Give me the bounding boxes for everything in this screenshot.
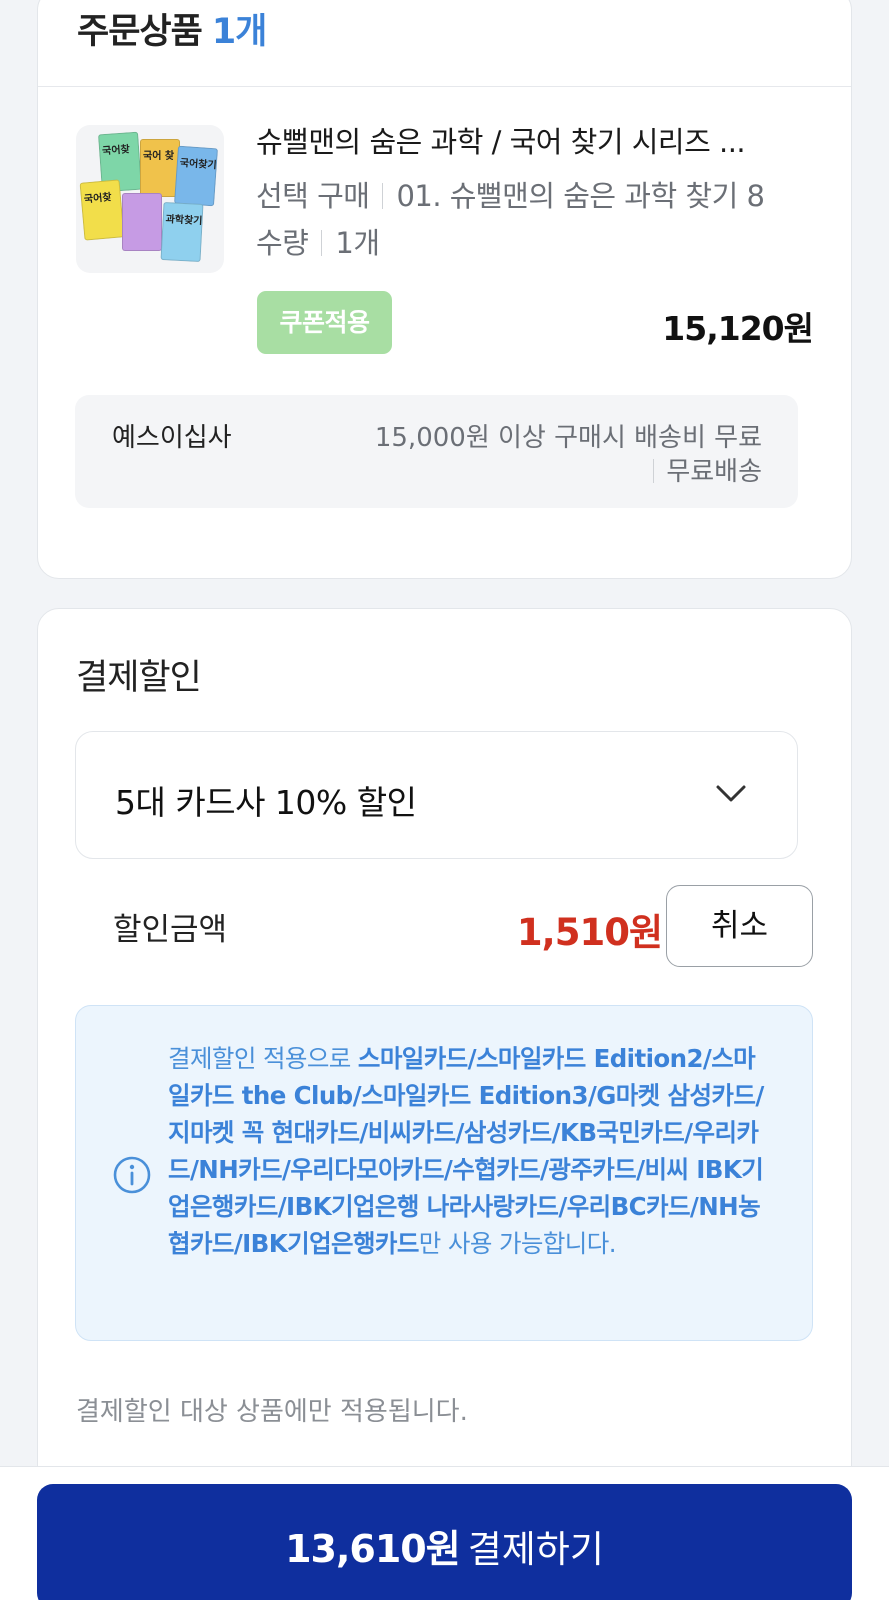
divider [38, 86, 851, 87]
option-value: 01. 슈뻘맨의 숨은 과학 찾기 8 [396, 179, 765, 213]
payment-discount-card: 결제할인 5대 카드사 10% 할인 할인금액 1,510원 취소 결제할인 적… [37, 608, 852, 1600]
book-title: 과학찾기 [165, 214, 203, 228]
shipping-fee-row: 무료배송 [653, 451, 762, 488]
book-cover: 국어찾 [79, 179, 125, 241]
product-quantity-row: 수량 1개 [256, 220, 380, 262]
product-option-row: 선택 구매 01. 슈뻘맨의 숨은 과학 찾기 8 [256, 173, 765, 215]
discount-info-text: 결제할인 적용으로 스마일카드/스마일카드 Edition2/스마일카드 the… [168, 1040, 774, 1262]
info-suffix: 만 사용 가능합니다. [418, 1229, 617, 1258]
separator [653, 459, 655, 483]
book-cover: 국어찾기 [174, 145, 218, 207]
shipping-fee: 무료배송 [666, 457, 762, 487]
order-items-card: 주문상품 1개 국어찾 국어 찾 국어찾기 국어찾 과학찾기 슈뻘맨의 숨은 과학… [37, 0, 852, 579]
order-items-title-text: 주문상품 [77, 12, 203, 52]
separator [321, 230, 323, 256]
pay-button[interactable]: 13,610원 결제하기 [37, 1484, 852, 1600]
bottom-checkout-bar: 13,610원 결제하기 [0, 1466, 889, 1600]
seller-name: 예스이십사 [112, 423, 232, 453]
book-title: 국어찾기 [179, 157, 217, 172]
discount-note: 결제할인 대상 상품에만 적용됩니다. [76, 1397, 468, 1427]
shipping-info-box: 예스이십사 15,000원 이상 구매시 배송비 무료 무료배송 [75, 395, 798, 508]
product-thumbnail[interactable]: 국어찾 국어 찾 국어찾기 국어찾 과학찾기 [76, 125, 224, 273]
chevron-down-icon [716, 785, 746, 802]
product-price: 15,120원 [662, 309, 814, 348]
cancel-discount-button[interactable]: 취소 [666, 885, 813, 967]
book-cover: 국어 찾 [140, 139, 180, 197]
discount-info-box: 결제할인 적용으로 스마일카드/스마일카드 Edition2/스마일카드 the… [75, 1005, 813, 1341]
order-items-title: 주문상품 1개 [77, 3, 268, 54]
quantity-value: 1개 [335, 226, 380, 260]
apply-coupon-button[interactable]: 쿠폰적용 [257, 291, 392, 354]
discount-amount-label: 할인금액 [113, 912, 228, 948]
checkout-page: 주문상품 1개 국어찾 국어 찾 국어찾기 국어찾 과학찾기 슈뻘맨의 숨은 과학… [0, 0, 889, 1600]
order-items-count: 1개 [211, 12, 268, 52]
book-cover: 과학찾기 [160, 201, 204, 263]
eligible-cards-list: 스마일카드/스마일카드 Edition2/스마일카드 the Club/스마일카… [168, 1044, 764, 1258]
info-prefix: 결제할인 적용으로 [168, 1044, 358, 1073]
info-icon [113, 1156, 151, 1194]
book-title: 국어찾 [101, 144, 131, 158]
discount-select-dropdown[interactable]: 5대 카드사 10% 할인 [75, 731, 798, 859]
shipping-condition: 15,000원 이상 구매시 배송비 무료 [374, 423, 762, 453]
book-cover [122, 193, 162, 251]
book-title: 국어 찾 [143, 151, 175, 162]
discount-amount-value: 1,510원 [516, 911, 663, 954]
book-title: 국어찾 [83, 192, 113, 206]
separator [382, 183, 384, 209]
payment-discount-title: 결제할인 [76, 658, 202, 698]
pay-button-content: 13,610원 결제하기 [37, 1518, 852, 1573]
product-name[interactable]: 슈뻘맨의 숨은 과학 / 국어 찾기 시리즈 ... [256, 119, 816, 161]
option-label: 선택 구매 [256, 179, 370, 213]
quantity-label: 수량 [256, 226, 309, 260]
pay-label: 결제하기 [467, 1528, 604, 1571]
pay-amount: 13,610원 [285, 1527, 461, 1571]
selected-discount-option: 5대 카드사 10% 할인 [115, 783, 417, 822]
